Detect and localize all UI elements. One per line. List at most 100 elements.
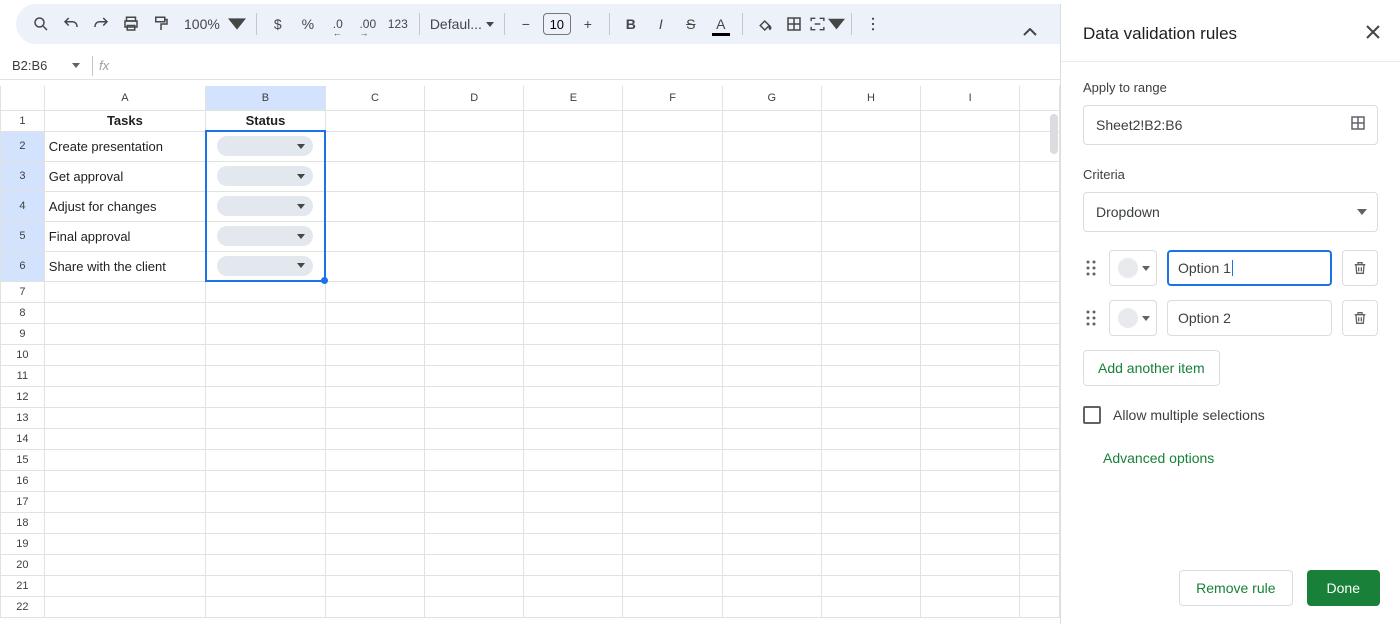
text-color-button[interactable]: A: [706, 9, 736, 39]
column-header[interactable]: F: [623, 86, 722, 110]
allow-multiple-row: Allow multiple selections: [1083, 406, 1378, 424]
delete-item-button[interactable]: [1342, 300, 1378, 336]
zoom-selector[interactable]: 100%: [176, 9, 250, 39]
row-header[interactable]: 10: [1, 344, 45, 365]
cell[interactable]: Create presentation: [44, 131, 205, 161]
row-header[interactable]: 18: [1, 512, 45, 533]
allow-multiple-checkbox[interactable]: [1083, 406, 1101, 424]
row-header[interactable]: 11: [1, 365, 45, 386]
row-header[interactable]: 16: [1, 470, 45, 491]
merge-cells-button[interactable]: [809, 9, 845, 39]
column-header[interactable]: C: [325, 86, 424, 110]
row-header[interactable]: 19: [1, 533, 45, 554]
row-header[interactable]: 22: [1, 596, 45, 617]
drag-handle-icon[interactable]: [1083, 260, 1099, 276]
row-header[interactable]: 21: [1, 575, 45, 596]
column-header[interactable]: D: [425, 86, 524, 110]
decrease-font-button[interactable]: −: [511, 9, 541, 39]
row-header[interactable]: 9: [1, 323, 45, 344]
row-header[interactable]: 2: [1, 131, 45, 161]
column-header[interactable]: H: [821, 86, 920, 110]
row-header[interactable]: 20: [1, 554, 45, 575]
more-toolbar-icon[interactable]: [858, 9, 888, 39]
increase-decimal-button[interactable]: .00→: [353, 9, 383, 39]
cell[interactable]: Tasks: [44, 110, 205, 131]
row-header[interactable]: 1: [1, 110, 45, 131]
criteria-select[interactable]: Dropdown: [1083, 192, 1378, 232]
row-header[interactable]: 14: [1, 428, 45, 449]
row-header[interactable]: 4: [1, 191, 45, 221]
percent-button[interactable]: %: [293, 9, 323, 39]
spreadsheet-grid[interactable]: A B C D E F G H I 1 Tasks Status 2 Creat…: [0, 86, 1060, 624]
collapse-toolbar-button[interactable]: [1016, 18, 1044, 46]
currency-button[interactable]: $: [263, 9, 293, 39]
chevron-down-icon: [1357, 209, 1367, 215]
column-header[interactable]: E: [524, 86, 623, 110]
dropdown-cell[interactable]: [206, 251, 326, 281]
column-header[interactable]: B: [206, 86, 326, 110]
data-validation-panel: Data validation rules Apply to range She…: [1060, 4, 1400, 624]
name-box[interactable]: B2:B6: [12, 58, 86, 73]
fill-color-button[interactable]: [749, 9, 779, 39]
table-row: 5 Final approval: [1, 221, 1060, 251]
redo-icon[interactable]: [86, 9, 116, 39]
range-input[interactable]: Sheet2!B2:B6: [1096, 117, 1349, 133]
decrease-decimal-button[interactable]: .0←: [323, 9, 353, 39]
done-button[interactable]: Done: [1307, 570, 1380, 606]
cell[interactable]: Adjust for changes: [44, 191, 205, 221]
dropdown-cell[interactable]: [206, 131, 326, 161]
row-header[interactable]: 15: [1, 449, 45, 470]
column-header[interactable]: I: [921, 86, 1020, 110]
allow-multiple-label: Allow multiple selections: [1113, 407, 1265, 423]
bold-button[interactable]: B: [616, 9, 646, 39]
vertical-scrollbar[interactable]: [1044, 86, 1060, 624]
item-color-selector[interactable]: [1109, 250, 1157, 286]
item-value-input[interactable]: Option 2: [1167, 300, 1332, 336]
chevron-down-icon: [297, 174, 305, 179]
row-header[interactable]: 5: [1, 221, 45, 251]
increase-font-button[interactable]: +: [573, 9, 603, 39]
strikethrough-button[interactable]: S: [676, 9, 706, 39]
undo-icon[interactable]: [56, 9, 86, 39]
chevron-down-icon: [486, 22, 494, 27]
row-header[interactable]: 3: [1, 161, 45, 191]
search-icon[interactable]: [26, 9, 56, 39]
dropdown-cell[interactable]: [206, 221, 326, 251]
delete-item-button[interactable]: [1342, 250, 1378, 286]
zoom-value: 100%: [180, 16, 224, 32]
item-color-selector[interactable]: [1109, 300, 1157, 336]
cell[interactable]: Get approval: [44, 161, 205, 191]
add-item-button[interactable]: Add another item: [1083, 350, 1220, 386]
item-value-input[interactable]: Option 1: [1167, 250, 1332, 286]
scrollbar-thumb[interactable]: [1050, 114, 1058, 154]
row-header[interactable]: 17: [1, 491, 45, 512]
select-range-button[interactable]: [1349, 114, 1367, 137]
drag-handle-icon[interactable]: [1083, 310, 1099, 326]
advanced-options-link[interactable]: Advanced options: [1103, 450, 1378, 466]
font-size-input[interactable]: 10: [543, 13, 571, 35]
remove-rule-button[interactable]: Remove rule: [1179, 570, 1292, 606]
chevron-down-icon: [828, 15, 845, 33]
chevron-down-icon: [297, 263, 305, 268]
italic-button[interactable]: I: [646, 9, 676, 39]
row-header[interactable]: 12: [1, 386, 45, 407]
row-header[interactable]: 8: [1, 302, 45, 323]
dropdown-cell[interactable]: [206, 161, 326, 191]
paint-format-icon[interactable]: [146, 9, 176, 39]
close-panel-button[interactable]: [1366, 22, 1380, 45]
column-header[interactable]: G: [722, 86, 821, 110]
font-selector[interactable]: Defaul...: [426, 16, 498, 32]
column-header[interactable]: A: [44, 86, 205, 110]
number-format-button[interactable]: 123: [383, 9, 413, 39]
cell[interactable]: Share with the client: [44, 251, 205, 281]
row-header[interactable]: 6: [1, 251, 45, 281]
select-all-corner[interactable]: [1, 86, 45, 110]
row-header[interactable]: 13: [1, 407, 45, 428]
chevron-up-icon: [1023, 28, 1037, 36]
borders-button[interactable]: [779, 9, 809, 39]
row-header[interactable]: 7: [1, 281, 45, 302]
print-icon[interactable]: [116, 9, 146, 39]
cell[interactable]: Status: [206, 110, 326, 131]
dropdown-cell[interactable]: [206, 191, 326, 221]
cell[interactable]: Final approval: [44, 221, 205, 251]
